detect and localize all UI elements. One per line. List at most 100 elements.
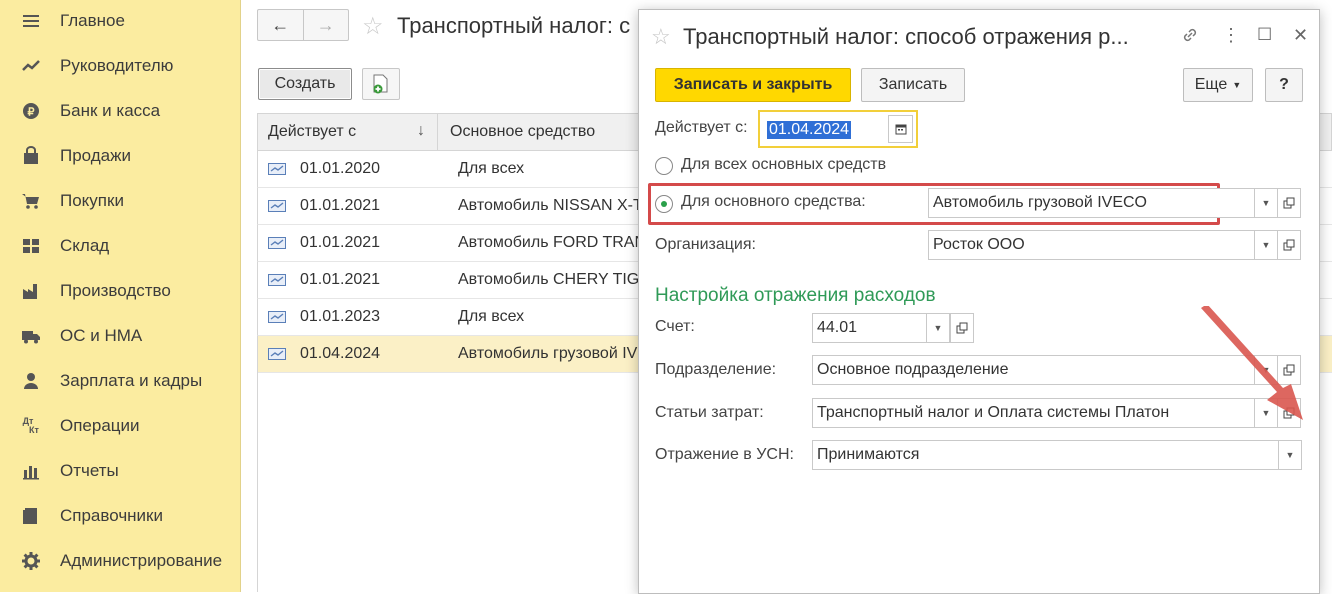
sidebar-item-admin[interactable]: Администрирование bbox=[0, 541, 240, 581]
asset-cell: Автомобиль CHERY TIG bbox=[458, 271, 640, 288]
sidebar-item-assets[interactable]: ОС и НМА bbox=[0, 316, 240, 356]
sidebar-item-salary[interactable]: Зарплата и кадры bbox=[0, 361, 240, 401]
usn-select[interactable]: Принимаются ▼ bbox=[812, 440, 1302, 470]
section-title: Настройка отражения расходов bbox=[655, 285, 936, 306]
sidebar-item-purchases[interactable]: Покупки bbox=[0, 181, 240, 221]
open-account-button[interactable] bbox=[950, 313, 974, 343]
date-cell: 01.01.2021 bbox=[300, 271, 381, 288]
save-button[interactable]: Записать bbox=[861, 68, 965, 102]
cost-items-value: Транспортный налог и Оплата системы Плат… bbox=[817, 404, 1170, 421]
radio-all-assets[interactable] bbox=[655, 157, 673, 175]
column-header-date[interactable]: Действует с ↓ bbox=[258, 114, 438, 150]
link-icon[interactable] bbox=[1180, 25, 1200, 50]
create-button[interactable]: Создать bbox=[258, 68, 352, 100]
effective-date-value: 01.04.2024 bbox=[767, 121, 852, 139]
radio-all-assets-label: Для всех основных средств bbox=[681, 156, 887, 173]
cost-items-label: Статьи затрат: bbox=[655, 404, 764, 421]
sidebar-item-sales[interactable]: Продажи bbox=[0, 136, 240, 176]
record-icon bbox=[268, 163, 286, 175]
more-actions-icon[interactable]: ⋮ bbox=[1222, 25, 1240, 46]
sidebar-item-reports[interactable]: Отчеты bbox=[0, 451, 240, 491]
account-value: 44.01 bbox=[817, 319, 858, 336]
person-icon bbox=[20, 370, 42, 392]
help-button[interactable]: ? bbox=[1265, 68, 1303, 102]
account-select[interactable]: 44.01 ▼ bbox=[812, 313, 950, 343]
open-form-icon bbox=[956, 322, 968, 334]
sidebar-item-label: ОС и НМА bbox=[60, 326, 143, 345]
asset-select[interactable]: Автомобиль грузовой IVECO ▼ bbox=[928, 188, 1278, 218]
date-cell: 01.01.2021 bbox=[300, 197, 381, 214]
favorite-star-icon[interactable]: ☆ bbox=[651, 24, 671, 50]
column-header-asset[interactable]: Основное средство bbox=[438, 123, 595, 141]
sidebar-item-main[interactable]: Главное bbox=[0, 1, 240, 41]
ruble-icon: ₽ bbox=[20, 100, 42, 122]
sidebar-item-label: Банк и касса bbox=[60, 101, 161, 120]
dt-kt-icon: Дт Кт bbox=[20, 415, 42, 437]
organization-value: Росток ООО bbox=[933, 236, 1025, 253]
division-label: Подразделение: bbox=[655, 361, 777, 378]
open-asset-button[interactable] bbox=[1277, 188, 1301, 218]
asset-cell: Автомобиль грузовой IV bbox=[458, 345, 638, 362]
column-date-label: Действует с bbox=[268, 123, 357, 140]
dropdown-arrow-icon[interactable]: ▼ bbox=[926, 314, 949, 342]
sidebar-item-label: Главное bbox=[60, 11, 125, 30]
record-icon bbox=[268, 348, 286, 360]
sidebar-item-production[interactable]: Производство bbox=[0, 271, 240, 311]
usn-value: Принимаются bbox=[817, 446, 920, 463]
menu-icon bbox=[20, 10, 42, 32]
page-title: Транспортный налог: с bbox=[397, 13, 631, 38]
favorite-star-icon[interactable]: ☆ bbox=[362, 12, 384, 41]
more-label: Еще bbox=[1194, 76, 1228, 93]
dropdown-arrow-icon[interactable]: ▼ bbox=[1254, 231, 1277, 259]
factory-icon bbox=[20, 280, 42, 302]
dropdown-arrow-icon[interactable]: ▼ bbox=[1254, 189, 1277, 217]
sidebar-item-label: Зарплата и кадры bbox=[60, 371, 203, 390]
more-button[interactable]: Еще ▼ bbox=[1183, 68, 1253, 102]
nav-buttons: ← → bbox=[257, 9, 349, 41]
effective-date-focus: 01.04.2024 bbox=[758, 110, 918, 148]
warehouse-icon bbox=[20, 235, 42, 257]
radio-specific-asset[interactable] bbox=[655, 195, 673, 213]
open-organization-button[interactable] bbox=[1277, 230, 1301, 260]
annotation-arrow bbox=[1201, 306, 1303, 420]
bag-icon bbox=[20, 145, 42, 167]
sidebar: Главное Руководителю ₽ Банк и касса Прод… bbox=[0, 0, 241, 592]
calendar-button[interactable] bbox=[888, 115, 913, 143]
sidebar-item-label: Администрирование bbox=[60, 551, 223, 570]
sidebar-item-label: Склад bbox=[60, 236, 110, 255]
date-cell: 01.01.2021 bbox=[300, 234, 381, 251]
radio-specific-asset-label: Для основного средства: bbox=[681, 193, 866, 210]
date-cell: 01.04.2024 bbox=[300, 345, 381, 362]
sidebar-item-label: Производство bbox=[60, 281, 171, 300]
new-document-icon bbox=[373, 74, 388, 94]
gear-icon bbox=[20, 550, 42, 572]
effective-date-input[interactable]: 01.04.2024 bbox=[763, 115, 889, 145]
table-border bbox=[257, 370, 258, 592]
calendar-icon bbox=[895, 124, 906, 135]
cart-icon bbox=[20, 190, 42, 212]
date-cell: 01.01.2020 bbox=[300, 160, 381, 177]
sidebar-item-label: Продажи bbox=[60, 146, 131, 165]
sidebar-item-operations[interactable]: Дт Кт Операции bbox=[0, 406, 240, 446]
save-and-close-button[interactable]: Записать и закрыть bbox=[655, 68, 851, 102]
dropdown-arrow-icon[interactable]: ▼ bbox=[1278, 441, 1301, 469]
account-label: Счет: bbox=[655, 318, 695, 335]
sidebar-item-warehouse[interactable]: Склад bbox=[0, 226, 240, 266]
sidebar-item-directories[interactable]: Справочники bbox=[0, 496, 240, 536]
book-icon bbox=[20, 505, 42, 527]
organization-select[interactable]: Росток ООО ▼ bbox=[928, 230, 1278, 260]
trend-icon bbox=[20, 55, 42, 77]
close-icon[interactable]: ✕ bbox=[1293, 25, 1308, 46]
forward-button[interactable]: → bbox=[302, 10, 349, 40]
record-icon bbox=[268, 200, 286, 212]
maximize-icon[interactable]: ☐ bbox=[1257, 25, 1272, 45]
sidebar-item-manager[interactable]: Руководителю bbox=[0, 46, 240, 86]
open-form-icon bbox=[1283, 239, 1295, 251]
sidebar-item-bank[interactable]: ₽ Банк и касса bbox=[0, 91, 240, 131]
sort-arrow-icon: ↓ bbox=[417, 122, 425, 139]
back-button[interactable]: ← bbox=[258, 10, 303, 40]
sidebar-item-label: Отчеты bbox=[60, 461, 119, 480]
sidebar-item-label: Справочники bbox=[60, 506, 163, 525]
new-document-button[interactable] bbox=[362, 68, 400, 100]
asset-cell: Для всех bbox=[458, 160, 525, 177]
